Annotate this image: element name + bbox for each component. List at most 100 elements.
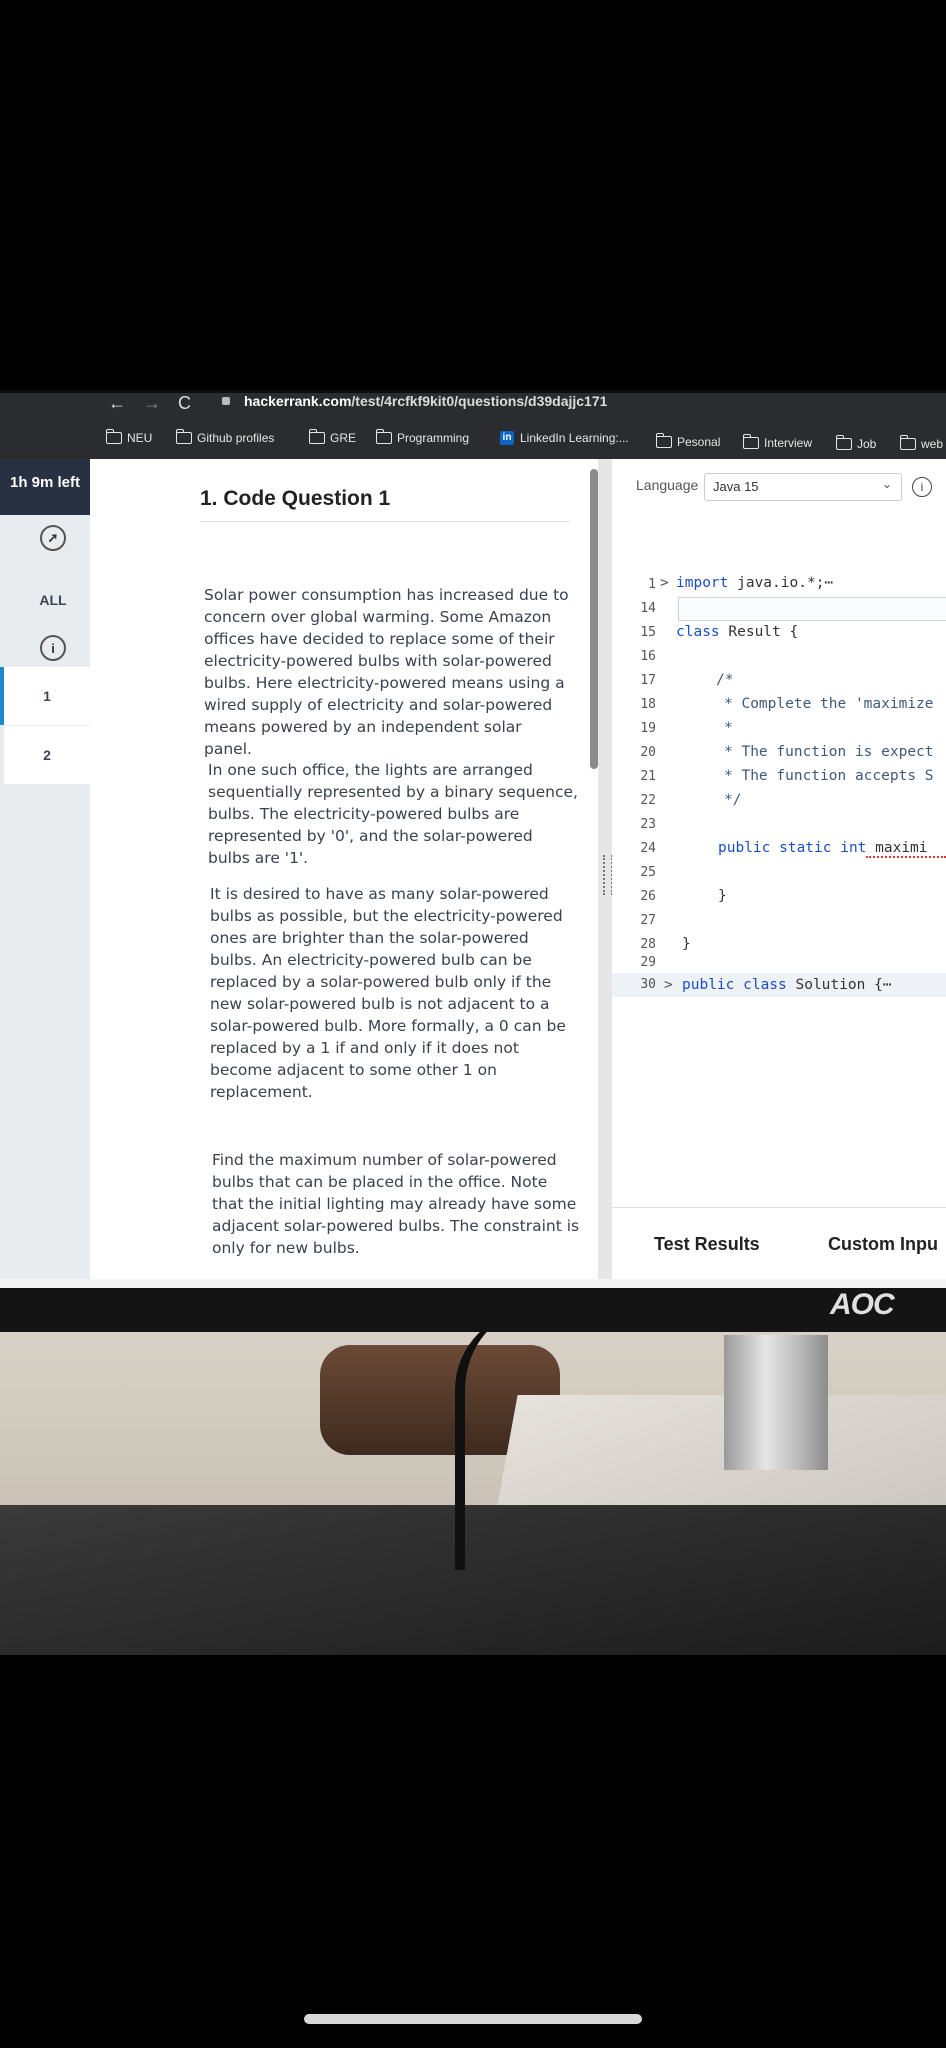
- line-number: 28: [640, 937, 656, 952]
- forward-arrow-icon[interactable]: →: [143, 393, 161, 414]
- chevron-down-icon[interactable]: ⌄: [882, 477, 892, 491]
- code-keyword: import: [676, 575, 729, 591]
- bookmark-linkedin-learning[interactable]: in LinkedIn Learning:...: [500, 431, 629, 445]
- monitor-screen: ← → C hackerrank.com/test/4rcfkf9kit0/qu…: [0, 393, 946, 1288]
- line-number: 27: [640, 913, 656, 928]
- collapsed-code-indicator[interactable]: ⋯: [824, 575, 833, 591]
- code-line-28: }: [682, 936, 691, 952]
- bookmark-label: GRE: [330, 431, 357, 445]
- line-number: 18: [640, 697, 656, 712]
- info-icon: i: [40, 635, 66, 661]
- rail-question-2[interactable]: 2: [4, 726, 90, 784]
- code-line-24: public static int maximi: [718, 840, 928, 856]
- folder-icon: [376, 429, 392, 444]
- bookmark-job[interactable]: Job: [836, 435, 877, 451]
- spelling-underline: [866, 856, 946, 858]
- code-keyword: public class: [682, 977, 787, 993]
- monitor-chin: [0, 1288, 946, 1332]
- bookmark-label: web: [921, 437, 944, 451]
- time-remaining: 1h 9m left: [0, 459, 90, 515]
- line-number: 20: [640, 745, 656, 760]
- bookmark-programming[interactable]: Programming: [376, 429, 470, 445]
- code-line-22: */: [724, 792, 742, 808]
- code-editor-pane: Language Java 15 ⌄ i 1 14 15 16 17 18 19…: [612, 459, 946, 1279]
- bookmark-gre[interactable]: GRE: [309, 429, 357, 445]
- language-select[interactable]: Java 15: [704, 473, 902, 501]
- question-paragraph-1: Solar power consumption has increased du…: [204, 586, 569, 758]
- monitor-stand: [724, 1335, 828, 1470]
- bookmark-label: Interview: [764, 436, 813, 450]
- bookmark-label: Github profiles: [197, 431, 275, 445]
- code-line-19: *: [724, 720, 733, 736]
- line-number: 15: [640, 625, 656, 640]
- code-line-20: * The function is expect: [724, 744, 934, 760]
- address-bar[interactable]: hackerrank.com/test/4rcfkf9kit0/question…: [244, 393, 607, 409]
- folder-icon: [309, 429, 325, 444]
- line-number: 22: [640, 793, 656, 808]
- url-path: /test/4rcfkf9kit0/questions/d39dajjc171: [351, 393, 608, 409]
- compass-icon: ➚: [40, 525, 66, 551]
- code-line-17: /*: [716, 672, 734, 688]
- folder-icon: [176, 429, 192, 444]
- hackerrank-app: 1h 9m left ➚ ALL i 1 2 1. Code Question …: [0, 459, 946, 1279]
- folder-icon: [836, 435, 852, 450]
- folder-icon: [656, 433, 672, 448]
- line-number: 26: [640, 889, 656, 904]
- collapsed-code-indicator[interactable]: ⋯: [883, 977, 892, 993]
- folder-icon: [106, 429, 122, 444]
- rail-question-1[interactable]: 1: [0, 667, 90, 725]
- bookmark-label: LinkedIn Learning:...: [520, 431, 629, 445]
- monitor-cable: [455, 1310, 535, 1570]
- question-paragraph-4: Find the maximum number of solar-powered…: [212, 1151, 580, 1257]
- code-keyword: class: [676, 624, 720, 640]
- folder-icon: [900, 435, 916, 450]
- language-label: Language: [636, 477, 699, 493]
- fold-arrow-icon[interactable]: >: [664, 977, 673, 993]
- line-number: 1: [648, 577, 656, 592]
- bookmark-neu[interactable]: NEU: [106, 429, 153, 445]
- line-number: 29: [640, 955, 656, 970]
- reload-icon[interactable]: C: [178, 393, 191, 414]
- cursor-line-box[interactable]: [678, 597, 946, 621]
- line-number: 19: [640, 721, 656, 736]
- code-keyword: public static int: [718, 840, 867, 856]
- question-paragraph-3: It is desired to have as many solar-powe…: [210, 885, 566, 1101]
- code-line-30: public class Solution {⋯: [682, 977, 892, 993]
- code-text: maximi: [866, 840, 928, 856]
- line-number: 25: [640, 865, 656, 880]
- question-paragraph-2: In one such office, the lights are arran…: [208, 761, 578, 867]
- divider: [200, 521, 570, 522]
- home-indicator[interactable]: [304, 2014, 642, 2024]
- tab-test-results[interactable]: Test Results: [654, 1234, 760, 1255]
- code-line-21: * The function accepts S: [724, 768, 934, 784]
- line-number: 24: [640, 841, 656, 856]
- rail-overview-button[interactable]: ➚: [8, 509, 98, 567]
- url-host: hackerrank.com: [244, 393, 352, 409]
- code-line-1: import java.io.*;⋯: [676, 575, 833, 591]
- bookmark-label: Programming: [397, 431, 470, 445]
- code-text: Result {: [719, 624, 799, 640]
- tab-custom-input[interactable]: Custom Inpu: [828, 1234, 938, 1255]
- fold-arrow-icon[interactable]: >: [660, 575, 669, 591]
- browser-toolbar: ← → C hackerrank.com/test/4rcfkf9kit0/qu…: [0, 393, 946, 459]
- code-line-18: * Complete the 'maximize: [724, 696, 934, 712]
- bookmark-label: Job: [857, 437, 877, 451]
- question-scrollbar[interactable]: [590, 469, 598, 769]
- question-description-pane: 1. Code Question 1 Solar power consumpti…: [184, 459, 589, 1279]
- bookmark-github-profiles[interactable]: Github profiles: [176, 429, 275, 445]
- code-line-15: class Result {: [676, 624, 798, 640]
- line-number: 23: [640, 817, 656, 832]
- back-arrow-icon[interactable]: ←: [108, 393, 126, 414]
- bookmark-label: NEU: [127, 431, 153, 445]
- line-number: 21: [640, 769, 656, 784]
- code-text: java.io.*;: [728, 575, 825, 591]
- folder-icon: [743, 434, 759, 449]
- line-number: 16: [640, 649, 656, 664]
- bookmark-web[interactable]: web: [900, 435, 944, 451]
- result-tabs: Test Results Custom Inpu: [612, 1207, 946, 1276]
- info-icon[interactable]: i: [912, 477, 932, 497]
- bookmark-interview[interactable]: Interview: [743, 434, 813, 450]
- bookmark-label: Pesonal: [677, 435, 721, 449]
- bookmark-pesonal[interactable]: Pesonal: [656, 433, 721, 449]
- question-navigation-rail: 1h 9m left ➚ ALL i 1 2: [0, 459, 90, 1279]
